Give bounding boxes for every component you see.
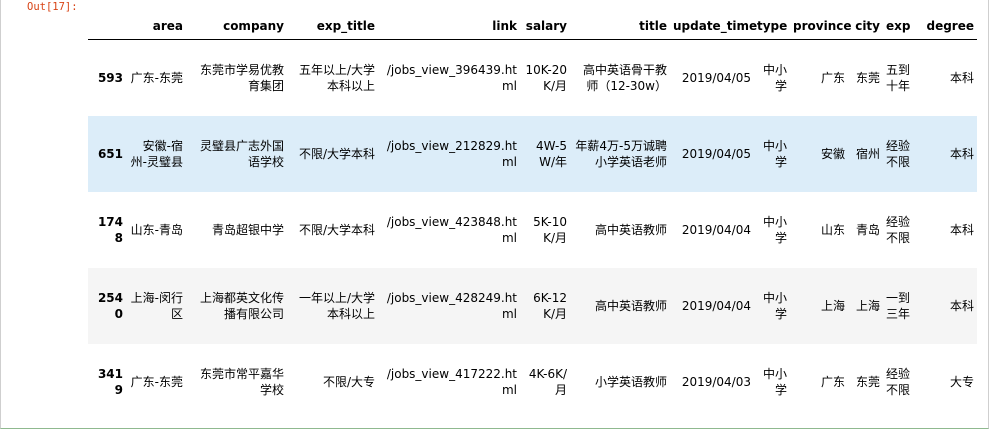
cell-exp: 一到三年	[886, 290, 911, 321]
header-type: type	[754, 12, 790, 40]
cell-province: 上海	[820, 298, 845, 313]
dataframe-table: area company exp_title link salary title…	[88, 12, 977, 420]
output-cell: Out[17]: area company exp_title link sal…	[0, 0, 989, 429]
cell-degree: 本科	[949, 222, 974, 237]
cell-area: 山东-青岛	[130, 222, 183, 237]
cell-exp-title: 不限/大学本科	[298, 222, 375, 237]
header-area: area	[126, 12, 186, 40]
header-province: province	[790, 12, 851, 40]
dataframe-output: area company exp_title link salary title…	[88, 12, 977, 420]
header-salary: salary	[520, 12, 570, 40]
cell-type: 中小学	[762, 214, 787, 245]
cell-city: 青岛	[855, 222, 880, 237]
cell-exp: 经验不限	[886, 214, 911, 245]
cell-title: 小学英语教师	[594, 374, 667, 389]
row-index: 2540	[97, 290, 123, 321]
cell-province: 广东	[820, 374, 845, 389]
cell-area: 安徽-宿州-灵璧县	[130, 138, 183, 169]
cell-update-time: 2019/04/04	[681, 298, 751, 313]
cell-exp-title: 一年以上/大学本科以上	[298, 290, 375, 321]
row-index: 593	[97, 70, 123, 85]
cell-link: /jobs_view_212829.html	[386, 138, 517, 169]
cell-area: 广东-东莞	[130, 70, 183, 85]
header-company: company	[186, 12, 287, 40]
row-index: 1748	[97, 214, 123, 245]
header-degree: degree	[913, 12, 977, 40]
cell-area: 广东-东莞	[130, 374, 183, 389]
cell-degree: 本科	[949, 146, 974, 161]
table-row: 651 安徽-宿州-灵璧县 灵璧县广志外国语学校 不限/大学本科 /jobs_v…	[88, 115, 977, 192]
cell-title: 高中英语教师	[594, 298, 667, 313]
header-row: area company exp_title link salary title…	[88, 12, 977, 40]
cell-exp: 经验不限	[886, 138, 911, 169]
header-exp-title: exp_title	[287, 12, 378, 40]
cell-type: 中小学	[762, 62, 787, 93]
cell-city: 上海	[855, 298, 880, 313]
cell-update-time: 2019/04/04	[681, 222, 751, 237]
cell-city: 宿州	[855, 146, 880, 161]
output-prompt: Out[17]:	[27, 1, 78, 13]
table-row: 3419 广东-东莞 东莞市常平嘉华学校 不限/大专 /jobs_view_41…	[88, 344, 977, 420]
cell-area: 上海-闵行区	[130, 290, 183, 321]
cell-update-time: 2019/04/05	[681, 70, 751, 85]
cell-title: 年薪4万-5万诚聘小学英语老师	[575, 138, 667, 169]
cell-province: 广东	[820, 70, 845, 85]
cell-company: 东莞市常平嘉华学校	[199, 366, 284, 397]
cell-title: 高中英语教师	[594, 222, 667, 237]
cell-company: 东莞市学易优教育集团	[199, 62, 284, 93]
cell-degree: 大专	[949, 374, 974, 389]
cell-title: 高中英语骨干教师（12-30w）	[582, 62, 667, 93]
cell-update-time: 2019/04/05	[681, 146, 751, 161]
header-link: link	[378, 12, 520, 40]
cell-link: /jobs_view_423848.html	[386, 214, 517, 245]
row-index: 3419	[97, 366, 123, 397]
cell-company: 青岛超银中学	[211, 222, 284, 237]
cell-link: /jobs_view_417222.html	[386, 366, 517, 397]
header-update-time: update_time	[670, 12, 757, 40]
cell-salary: 6K-12K/月	[533, 290, 567, 321]
cell-salary: 10K-20K/月	[525, 62, 567, 93]
table-row: 2540 上海-闵行区 上海都英文化传播有限公司 一年以上/大学本科以上 /jo…	[88, 267, 977, 344]
table-row: 593 广东-东莞 东莞市学易优教育集团 五年以上/大学本科以上 /jobs_v…	[88, 40, 977, 116]
cell-city: 东莞	[855, 374, 880, 389]
cell-type: 中小学	[762, 138, 787, 169]
header-exp: exp	[883, 12, 913, 40]
cell-exp-title: 不限/大专	[322, 374, 375, 389]
cell-province: 安徽	[820, 146, 845, 161]
cell-exp-title: 不限/大学本科	[298, 146, 375, 161]
cell-exp: 经验不限	[886, 366, 911, 397]
cell-salary: 5K-10K/月	[533, 214, 567, 245]
header-city: city	[848, 12, 883, 40]
cell-degree: 本科	[949, 70, 974, 85]
cell-company: 上海都英文化传播有限公司	[199, 290, 284, 321]
table-row: 1748 山东-青岛 青岛超银中学 不限/大学本科 /jobs_view_423…	[88, 192, 977, 268]
header-index	[88, 12, 126, 40]
header-title: title	[570, 12, 670, 40]
cell-city: 东莞	[855, 70, 880, 85]
cell-link: /jobs_view_396439.html	[386, 62, 517, 93]
cell-salary: 4K-6K/月	[528, 366, 567, 397]
cell-type: 中小学	[762, 366, 787, 397]
cell-degree: 本科	[949, 298, 974, 313]
cell-type: 中小学	[762, 290, 787, 321]
cell-salary: 4W-5W/年	[536, 138, 567, 169]
cell-province: 山东	[820, 222, 845, 237]
cell-update-time: 2019/04/03	[681, 374, 751, 389]
cell-exp: 五到十年	[886, 62, 911, 93]
cell-company: 灵璧县广志外国语学校	[199, 138, 284, 169]
cell-exp-title: 五年以上/大学本科以上	[298, 62, 375, 93]
row-index: 651	[97, 146, 123, 161]
cell-link: /jobs_view_428249.html	[386, 290, 517, 321]
